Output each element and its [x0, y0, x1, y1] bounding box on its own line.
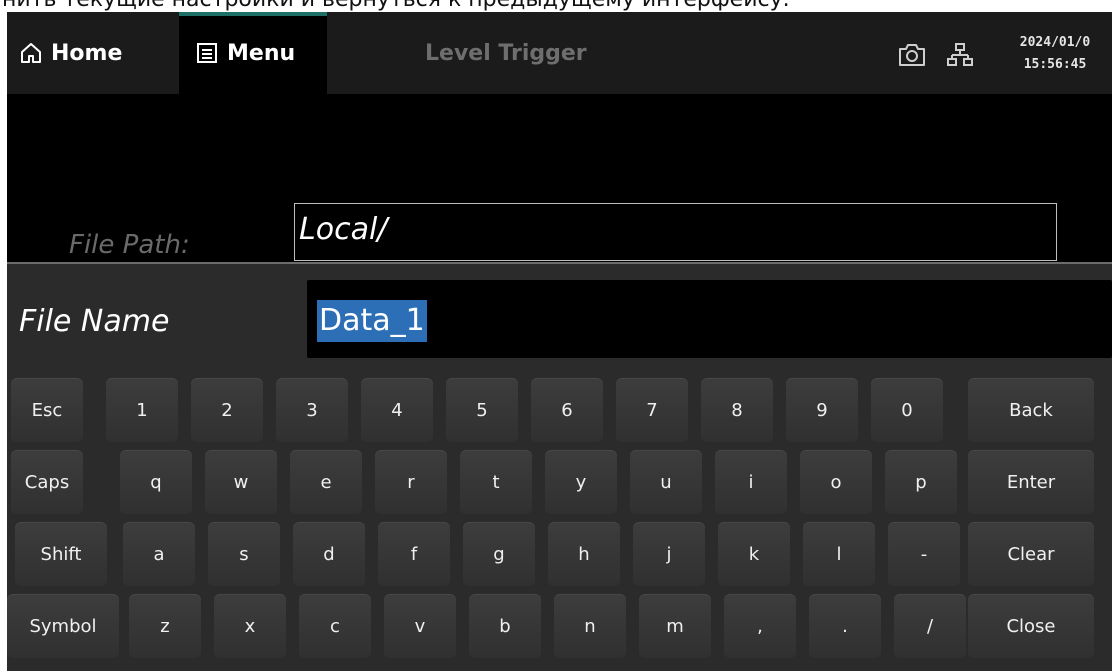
key-n[interactable]: n	[554, 594, 626, 658]
key-comma[interactable]: ,	[724, 594, 796, 658]
home-icon	[21, 43, 41, 63]
key-esc[interactable]: Esc	[11, 378, 83, 442]
key-z[interactable]: z	[129, 594, 201, 658]
key-b[interactable]: b	[469, 594, 541, 658]
network-icon	[947, 43, 973, 66]
key-c[interactable]: c	[299, 594, 371, 658]
key-p[interactable]: p	[885, 450, 957, 514]
date-text: 2024/01/0	[1019, 35, 1091, 50]
device-screen: Home Menu Level Trigger 2024/01/0 15:56:…	[7, 12, 1112, 671]
home-tab[interactable]: Home	[19, 12, 179, 94]
key-x[interactable]: x	[214, 594, 286, 658]
key-v[interactable]: v	[384, 594, 456, 658]
key-3[interactable]: 3	[276, 378, 348, 442]
key-9[interactable]: 9	[786, 378, 858, 442]
file-path-label: File Path:	[69, 230, 190, 260]
key-s[interactable]: s	[208, 522, 280, 586]
key-hyphen[interactable]: -	[888, 522, 960, 586]
key-y[interactable]: y	[545, 450, 617, 514]
key-5[interactable]: 5	[446, 378, 518, 442]
menu-icon	[197, 43, 217, 63]
file-name-value: Data_1	[317, 300, 427, 342]
key-q[interactable]: q	[120, 450, 192, 514]
key-i[interactable]: i	[715, 450, 787, 514]
menu-tab-label: Menu	[227, 40, 296, 66]
key-g[interactable]: g	[463, 522, 535, 586]
home-tab-label: Home	[51, 40, 123, 66]
key-back[interactable]: Back	[968, 378, 1094, 442]
file-path-field[interactable]: Local/	[294, 203, 1057, 261]
key-close[interactable]: Close	[968, 594, 1094, 658]
key-caps[interactable]: Caps	[11, 450, 83, 514]
key-slash[interactable]: /	[894, 594, 966, 658]
caption-text: нить текущие настройки и вернуться к пре…	[0, 0, 1112, 12]
key-6[interactable]: 6	[531, 378, 603, 442]
key-enter[interactable]: Enter	[968, 450, 1094, 514]
key-w[interactable]: w	[205, 450, 277, 514]
key-j[interactable]: j	[633, 522, 705, 586]
file-path-value: Local/	[299, 212, 388, 247]
key-shift[interactable]: Shift	[15, 522, 107, 586]
key-1[interactable]: 1	[106, 378, 178, 442]
date-time: 2024/01/0 15:56:45	[995, 32, 1112, 76]
page-title: Level Trigger	[425, 40, 587, 66]
key-t[interactable]: t	[460, 450, 532, 514]
key-k[interactable]: k	[718, 522, 790, 586]
key-f[interactable]: f	[378, 522, 450, 586]
menu-tab[interactable]: Menu	[179, 12, 327, 94]
camera-icon[interactable]	[897, 42, 927, 68]
key-l[interactable]: l	[803, 522, 875, 586]
key-e[interactable]: e	[290, 450, 362, 514]
key-clear[interactable]: Clear	[968, 522, 1094, 586]
file-name-label: File Name	[19, 304, 170, 339]
key-0[interactable]: 0	[871, 378, 943, 442]
key-a[interactable]: a	[123, 522, 195, 586]
key-7[interactable]: 7	[616, 378, 688, 442]
key-r[interactable]: r	[375, 450, 447, 514]
file-name-input[interactable]: Data_1	[307, 280, 1112, 358]
key-d[interactable]: d	[293, 522, 365, 586]
key-period[interactable]: .	[809, 594, 881, 658]
time-text: 15:56:45	[1023, 57, 1087, 72]
key-h[interactable]: h	[548, 522, 620, 586]
key-symbol[interactable]: Symbol	[7, 594, 119, 658]
key-4[interactable]: 4	[361, 378, 433, 442]
key-u[interactable]: u	[630, 450, 702, 514]
top-bar: Home Menu Level Trigger 2024/01/0 15:56:…	[7, 12, 1112, 94]
key-8[interactable]: 8	[701, 378, 773, 442]
key-o[interactable]: o	[800, 450, 872, 514]
key-2[interactable]: 2	[191, 378, 263, 442]
key-m[interactable]: m	[639, 594, 711, 658]
keyboard-panel: File Name Data_1 Esc 1 2 3 4 5 6 7 8 9 0…	[7, 262, 1112, 671]
